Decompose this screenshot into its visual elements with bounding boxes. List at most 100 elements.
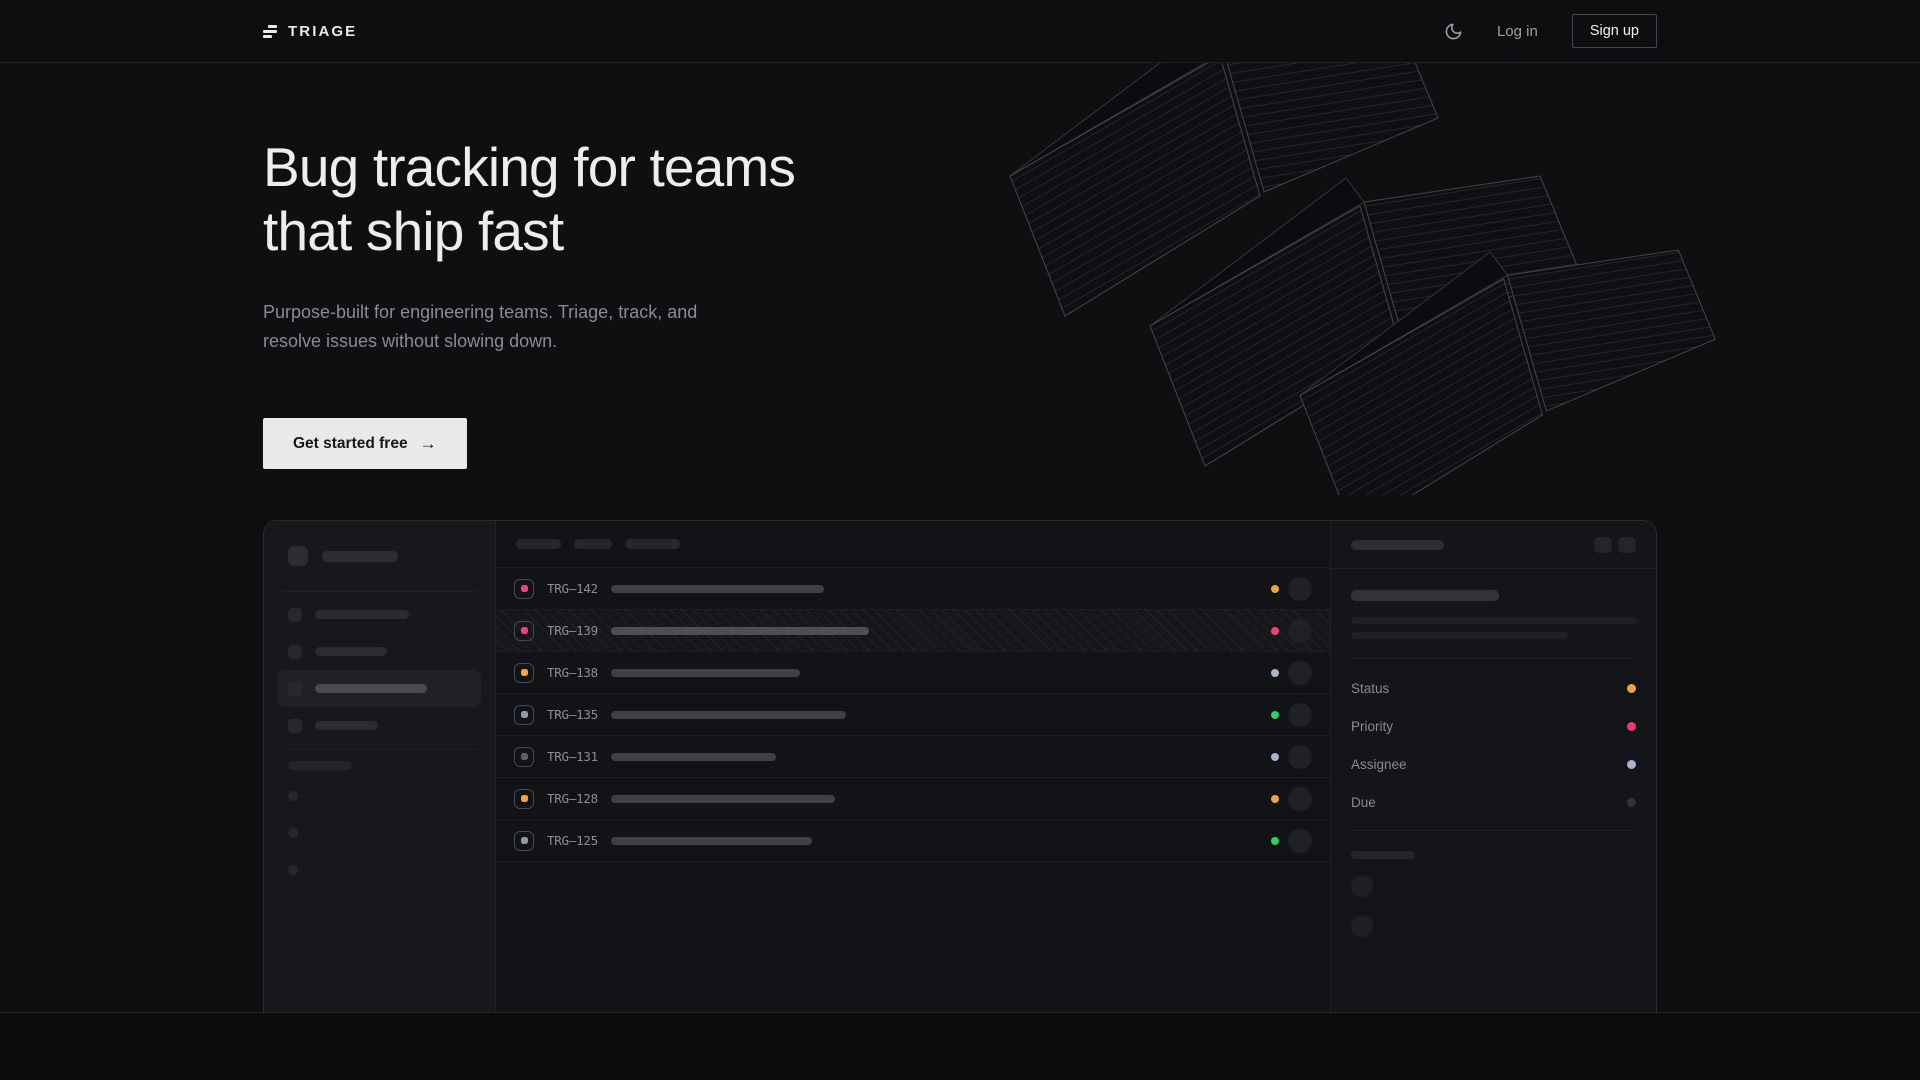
detail-action-button-skeleton [1594, 537, 1612, 553]
brand-logo[interactable]: TRIAGE [263, 23, 357, 40]
sidebar-dot-list [288, 791, 471, 875]
sidebar-section-label-skeleton [288, 761, 352, 770]
arrow-right-icon: → [420, 434, 437, 454]
issue-title-skeleton [611, 627, 869, 635]
sidebar-nav-item [278, 596, 481, 633]
issue-row-meta [1271, 787, 1312, 811]
assignee-avatar-skeleton [1288, 829, 1312, 853]
nav-label-skeleton [315, 721, 378, 730]
detail-field-label: Priority [1351, 719, 1393, 734]
sidebar-dot-skeleton [288, 828, 298, 838]
issue-id: TRG–125 [547, 833, 609, 848]
activity-label-skeleton [1351, 851, 1415, 859]
comment-avatar-skeleton [1351, 915, 1373, 937]
issue-type-dot [521, 669, 528, 676]
nav-icon-skeleton [288, 682, 302, 696]
issue-type-icon [514, 621, 534, 641]
detail-title-skeleton [1351, 540, 1444, 550]
filter-tab-skeleton [516, 539, 561, 549]
issue-list-header [496, 521, 1330, 568]
cta-label: Get started free [293, 435, 408, 453]
assignee-avatar-skeleton [1288, 577, 1312, 601]
issue-title-skeleton [611, 753, 776, 761]
detail-field-dot [1627, 722, 1636, 731]
issue-type-icon [514, 579, 534, 599]
issue-title-skeleton [611, 711, 846, 719]
issue-status-dot [1271, 711, 1279, 719]
assignee-avatar-skeleton [1288, 703, 1312, 727]
nav-icon-skeleton [288, 608, 302, 622]
nav-label-skeleton [315, 647, 387, 656]
issue-row: TRG–131 [496, 736, 1330, 778]
mockup-issue-list-panel: TRG–142 TRG–139 TRG–138 TRG–1 [496, 521, 1330, 1012]
issue-type-icon [514, 663, 534, 683]
sidebar-nav-skeleton [278, 596, 481, 744]
nav-icon-skeleton [288, 645, 302, 659]
issue-title-skeleton [611, 837, 812, 845]
issue-row-meta [1271, 703, 1312, 727]
detail-header [1331, 521, 1656, 569]
detail-field-label: Status [1351, 681, 1389, 696]
issue-type-icon [514, 789, 534, 809]
issue-row: TRG–135 [496, 694, 1330, 736]
assignee-avatar-skeleton [1288, 745, 1312, 769]
moon-icon [1444, 22, 1463, 41]
issue-row-meta [1271, 619, 1312, 643]
issue-row-meta [1271, 661, 1312, 685]
brand-name: TRIAGE [288, 23, 357, 40]
issue-row: TRG–142 [496, 568, 1330, 610]
issue-status-dot [1271, 837, 1279, 845]
theme-toggle-button[interactable] [1444, 22, 1463, 41]
issue-type-icon [514, 705, 534, 725]
issue-type-dot [521, 711, 528, 718]
get-started-button[interactable]: Get started free → [263, 418, 467, 469]
detail-field-row: Status [1351, 669, 1636, 707]
filter-tab-skeleton [625, 539, 680, 549]
issue-title-skeleton [611, 669, 800, 677]
detail-header-buttons [1594, 537, 1636, 553]
detail-field-dot [1627, 798, 1636, 807]
detail-field-dot [1627, 760, 1636, 769]
detail-field-dot [1627, 684, 1636, 693]
issue-row-meta [1271, 745, 1312, 769]
nav-label-skeleton [315, 684, 427, 693]
issue-id: TRG–139 [547, 623, 609, 638]
nav-actions: Log in Sign up [1444, 14, 1657, 48]
hero-heading-line1: Bug tracking for teams [263, 136, 795, 198]
filter-tab-skeleton [574, 539, 612, 549]
issue-status-dot [1271, 753, 1279, 761]
detail-divider [1351, 658, 1636, 659]
login-link[interactable]: Log in [1497, 23, 1538, 40]
description-line-skeleton [1351, 632, 1568, 639]
detail-action-button-skeleton [1618, 537, 1636, 553]
workspace-name-skeleton [322, 551, 398, 562]
hero-subtitle: Purpose-built for engineering teams. Tri… [263, 298, 745, 356]
detail-field-row: Due [1351, 783, 1636, 821]
mockup-detail-panel: Status Priority Assignee Due [1330, 521, 1656, 1012]
signup-button[interactable]: Sign up [1572, 14, 1657, 48]
issue-row-meta [1271, 577, 1312, 601]
issue-list: TRG–142 TRG–139 TRG–138 TRG–1 [496, 568, 1330, 862]
comment-avatar-skeleton [1351, 875, 1373, 897]
hero-heading: Bug tracking for teamsthat ship fast [263, 135, 1657, 264]
issue-row: TRG–139 [496, 610, 1330, 652]
assignee-avatar-skeleton [1288, 787, 1312, 811]
app-mockup: TRG–142 TRG–139 TRG–138 TRG–1 [263, 520, 1657, 1012]
issue-status-dot [1271, 669, 1279, 677]
sidebar-dot-skeleton [288, 791, 298, 801]
issue-id: TRG–131 [547, 749, 609, 764]
sidebar-nav-item-active [278, 670, 481, 707]
detail-field-label: Due [1351, 795, 1376, 810]
sidebar-divider [282, 591, 477, 592]
issue-status-dot [1271, 795, 1279, 803]
issue-title-skeleton [1351, 590, 1499, 601]
sidebar-nav-item [278, 707, 481, 744]
issue-row: TRG–138 [496, 652, 1330, 694]
issue-id: TRG–128 [547, 791, 609, 806]
issue-title-skeleton [611, 585, 824, 593]
mockup-sidebar [264, 521, 496, 1012]
issue-row: TRG–125 [496, 820, 1330, 862]
detail-fields: Status Priority Assignee Due [1351, 669, 1636, 821]
description-line-skeleton [1351, 617, 1637, 624]
issue-type-icon [514, 831, 534, 851]
